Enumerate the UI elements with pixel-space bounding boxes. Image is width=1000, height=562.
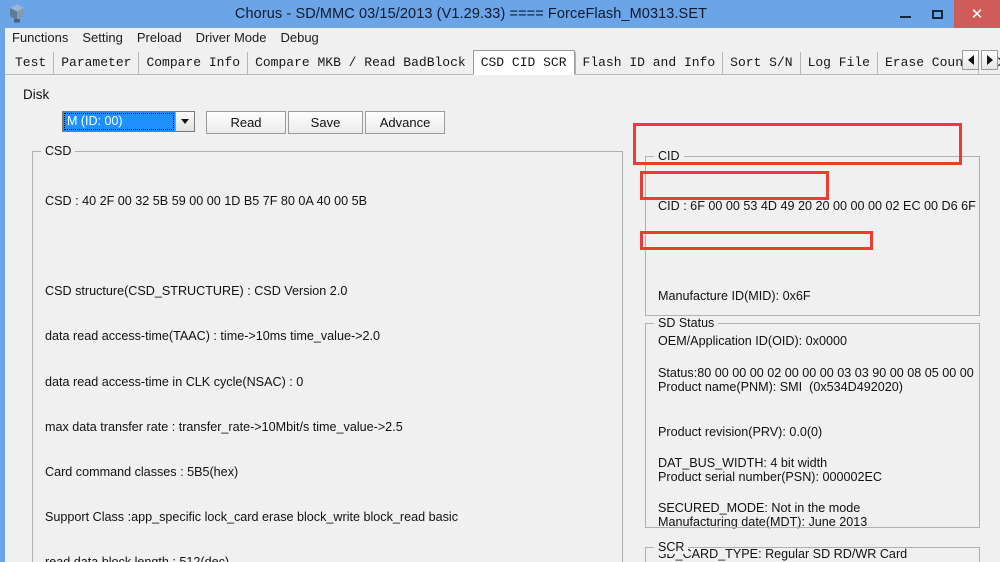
sd-status-line: SECURED_MODE: Not in the mode (658, 501, 861, 516)
close-button[interactable]: ✕ (954, 0, 1000, 28)
scr-panel: SCR SCR : 02 35 80 00 00 00 00 00 55 55 … (645, 540, 980, 562)
tab-compare-mkb[interactable]: Compare MKB / Read BadBlock (247, 52, 473, 74)
tab-scroll-buttons (962, 50, 998, 70)
csd-line: data read access-time in CLK cycle(NSAC)… (45, 374, 304, 389)
disk-select[interactable]: M (ID: 00) (62, 111, 195, 132)
read-button[interactable]: Read (206, 111, 286, 134)
menu-driver-mode[interactable]: Driver Mode (189, 29, 274, 47)
csd-line: CSD : 40 2F 00 32 5B 59 00 00 1D B5 7F 8… (45, 194, 368, 209)
menu-preload[interactable]: Preload (130, 29, 189, 47)
menu-debug[interactable]: Debug (273, 29, 325, 47)
cid-line: Manufacture ID(MID): 0x6F (658, 289, 811, 304)
csd-panel-body: CSD : 40 2F 00 32 5B 59 00 00 1D B5 7F 8… (33, 152, 622, 562)
csd-line: data read access-time(TAAC) : time->10ms… (45, 329, 381, 344)
sd-status-panel-body: Status:80 00 00 00 02 00 00 00 03 03 90 … (646, 324, 979, 562)
disk-label: Disk (23, 87, 50, 102)
chevron-down-icon (181, 119, 189, 124)
window-controls: ✕ (890, 0, 1000, 28)
tab-log-file[interactable]: Log File (799, 52, 877, 74)
tab-flash-id-and-info[interactable]: Flash ID and Info (574, 52, 723, 74)
cid-panel: CID CID : 6F 00 00 53 4D 49 20 20 00 00 … (645, 149, 980, 562)
tab-test[interactable]: Test (5, 52, 54, 74)
triangle-left-icon (967, 55, 974, 65)
sd-status-spacer (658, 411, 979, 426)
cid-line: CID : 6F 00 00 53 4D 49 20 20 00 00 00 0… (658, 199, 976, 214)
cid-panel-title: CID (654, 149, 684, 163)
window-title: Chorus - SD/MMC 03/15/2013 (V1.29.33) ==… (234, 6, 708, 22)
sd-status-line: Status:80 00 00 00 02 00 00 00 03 03 90 … (658, 366, 974, 381)
scr-panel-body: SCR : 02 35 80 00 00 00 00 00 55 55 55 5… (646, 548, 979, 562)
tab-bar: Test Parameter Compare Info Compare MKB … (5, 48, 1000, 75)
application-window: Chorus - SD/MMC 03/15/2013 (V1.29.33) ==… (0, 0, 1000, 562)
tab-scroll-right-button[interactable] (981, 50, 998, 70)
client-area: Functions Setting Preload Driver Mode De… (5, 28, 1000, 562)
disk-select-arrow[interactable] (175, 112, 194, 131)
csd-line: max data transfer rate : transfer_rate->… (45, 419, 403, 434)
menu-bar: Functions Setting Preload Driver Mode De… (5, 28, 1000, 49)
advance-button[interactable]: Advance (365, 111, 445, 134)
maximize-button[interactable] (920, 0, 954, 28)
triangle-right-icon (986, 55, 993, 65)
sd-status-line: DAT_BUS_WIDTH: 4 bit width (658, 456, 828, 471)
tab-sort-sn[interactable]: Sort S/N (722, 52, 800, 74)
tab-scroll-left-button[interactable] (962, 50, 979, 70)
close-icon: ✕ (970, 6, 984, 23)
save-button[interactable]: Save (288, 111, 363, 134)
csd-line: Support Class :app_specific lock_card er… (45, 510, 459, 525)
disk-select-value: M (ID: 00) (63, 112, 175, 131)
tab-compare-info[interactable]: Compare Info (138, 52, 248, 74)
sd-status-panel: SD Status Status:80 00 00 00 02 00 00 00… (645, 316, 980, 561)
tab-parameter[interactable]: Parameter (53, 52, 139, 74)
csd-line: read data block length : 512(dec) (45, 555, 622, 562)
minimize-button[interactable] (890, 0, 920, 28)
csd-spacer (45, 239, 622, 254)
sd-status-panel-title: SD Status (654, 316, 719, 330)
tab-csd-cid-scr[interactable]: CSD CID SCR (472, 50, 575, 75)
cid-spacer (658, 244, 979, 259)
csd-line: CSD structure(CSD_STRUCTURE) : CSD Versi… (45, 284, 348, 299)
scr-panel-title: SCR (654, 540, 689, 554)
app-icon (4, 0, 32, 28)
menu-setting[interactable]: Setting (75, 29, 129, 47)
title-bar: Chorus - SD/MMC 03/15/2013 (V1.29.33) ==… (0, 0, 1000, 28)
menu-functions[interactable]: Functions (5, 29, 75, 47)
minimize-icon (899, 16, 911, 18)
csd-panel-title: CSD (41, 144, 76, 158)
csd-line: Card command classes : 5B5(hex) (45, 464, 239, 479)
csd-panel: CSD CSD : 40 2F 00 32 5B 59 00 00 1D B5 … (32, 144, 623, 562)
maximize-icon (931, 9, 943, 19)
